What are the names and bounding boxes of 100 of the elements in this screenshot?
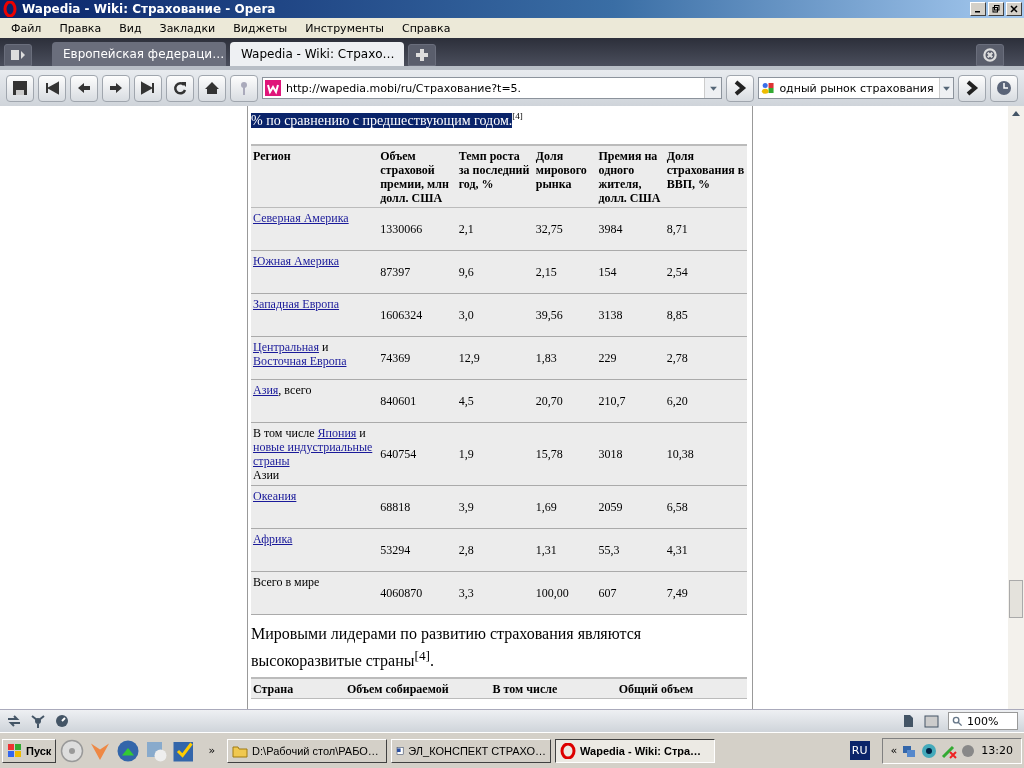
close-button[interactable] bbox=[1006, 2, 1022, 16]
menu-item[interactable]: Виджеты bbox=[224, 21, 297, 35]
table-cell: 1,31 bbox=[533, 528, 597, 572]
history-button[interactable] bbox=[990, 74, 1018, 102]
cell-text: Всего в мире bbox=[253, 574, 320, 589]
clock: 13:20 bbox=[981, 744, 1013, 757]
table-cell: 840601 bbox=[378, 379, 457, 423]
table-cell: 2,78 bbox=[664, 336, 747, 380]
chevron-text[interactable]: » bbox=[208, 744, 216, 757]
new-tab-button[interactable] bbox=[408, 44, 436, 66]
cell-text: В том числе bbox=[253, 425, 316, 440]
table-cell: 3,3 bbox=[456, 571, 534, 615]
rewind-button[interactable] bbox=[38, 74, 66, 102]
go-button[interactable] bbox=[726, 74, 754, 102]
taskbar-button[interactable]: Wapedia - Wiki: Стра… bbox=[555, 738, 716, 763]
table-cell: 4060870 bbox=[378, 571, 457, 615]
plus-icon bbox=[414, 47, 430, 63]
cell-text: Азии bbox=[253, 467, 280, 482]
menu-item[interactable]: Закладки bbox=[150, 21, 225, 35]
panel-toggle-button[interactable] bbox=[4, 44, 32, 66]
globe-icon bbox=[116, 738, 141, 763]
cell-text: и bbox=[320, 339, 329, 354]
scroll-thumb[interactable] bbox=[1009, 580, 1023, 618]
link[interactable]: Африка bbox=[253, 531, 293, 546]
closed-tabs-icon bbox=[981, 46, 999, 64]
restore-icon bbox=[992, 5, 1000, 13]
sync-icon bbox=[6, 713, 22, 729]
rewind-icon bbox=[44, 80, 60, 96]
save-button[interactable] bbox=[6, 74, 34, 102]
table-cell: 2,8 bbox=[456, 528, 534, 572]
table-cell: 2,1 bbox=[456, 207, 534, 251]
table-cell: 12,9 bbox=[456, 336, 534, 380]
menu-item[interactable]: Справка bbox=[393, 21, 460, 35]
windows-logo-icon bbox=[7, 742, 23, 759]
table-cell: 2,54 bbox=[664, 250, 747, 294]
menu-item[interactable]: Правка bbox=[50, 21, 111, 35]
table-cell: 640754 bbox=[378, 422, 457, 486]
language-indicator[interactable]: RU bbox=[849, 741, 870, 760]
link[interactable]: Южная Америка bbox=[253, 253, 340, 268]
table-cell: 3018 bbox=[596, 422, 665, 486]
forward-button[interactable] bbox=[102, 74, 130, 102]
menu-item[interactable]: Файл bbox=[2, 21, 51, 35]
back-button[interactable] bbox=[70, 74, 98, 102]
taskbar-button[interactable]: D:\Рабочий стол\РАБО… bbox=[227, 738, 388, 763]
table-cell: 210,7 bbox=[596, 379, 665, 423]
restore-button[interactable] bbox=[988, 2, 1004, 16]
table-cell: 87397 bbox=[378, 250, 457, 294]
table-cell: 3138 bbox=[596, 293, 665, 337]
link[interactable]: Восточная Европа bbox=[253, 353, 347, 368]
table-cell: 607 bbox=[596, 571, 665, 615]
table-cell: 6,58 bbox=[664, 485, 747, 529]
search-button[interactable] bbox=[958, 74, 986, 102]
start-button[interactable]: Пуск bbox=[2, 738, 57, 763]
table-cell: 100,00 bbox=[533, 571, 597, 615]
table-cell: 1,9 bbox=[456, 422, 534, 486]
fast-forward-button[interactable] bbox=[134, 74, 162, 102]
fast-forward-icon bbox=[140, 80, 156, 96]
zoom-field[interactable]: 100% bbox=[948, 712, 1018, 730]
table-cell: 1,83 bbox=[533, 336, 597, 380]
table-cell: 53294 bbox=[378, 528, 457, 572]
link[interactable]: Западная Европа bbox=[253, 296, 340, 311]
panel-icon bbox=[10, 47, 26, 63]
opera-logo-icon bbox=[560, 742, 577, 759]
browser-tab[interactable]: Wapedia - Wiki: Страхо… bbox=[230, 42, 404, 66]
taskbar-button[interactable]: ЭЛ_КОНСПЕКТ СТРАХО… bbox=[391, 738, 552, 763]
gauge-icon bbox=[54, 713, 70, 729]
link[interactable]: новые индустриальные страны bbox=[253, 439, 377, 468]
browser-tab[interactable]: Европейская федераци… bbox=[52, 42, 226, 66]
cell-text: и bbox=[358, 425, 366, 440]
tray-chevron[interactable]: « bbox=[890, 744, 898, 757]
column-header: Регион bbox=[251, 144, 379, 208]
table-cell: 1330066 bbox=[378, 207, 457, 251]
minimize-button[interactable] bbox=[970, 2, 986, 16]
magnifier-icon bbox=[952, 715, 963, 727]
menu-item[interactable]: Инструменты bbox=[296, 21, 393, 35]
table-cell: 74369 bbox=[378, 336, 457, 380]
table-cell: 2,15 bbox=[533, 250, 597, 294]
table-cell: 154 bbox=[596, 250, 665, 294]
menu-item[interactable]: Вид bbox=[110, 21, 151, 35]
column-header: Доля мирового рынка bbox=[533, 144, 597, 208]
reload-button[interactable] bbox=[166, 74, 194, 102]
table-cell: 32,75 bbox=[533, 207, 597, 251]
column-header: Общий объем bbox=[616, 678, 747, 699]
scrollbar[interactable] bbox=[1008, 106, 1024, 709]
address-field[interactable]: http://wapedia.mobi/ru/Страхование?t=5. bbox=[262, 77, 722, 99]
table-cell: 1606324 bbox=[378, 293, 457, 337]
column-header: Страна bbox=[251, 678, 345, 699]
table-cell: 8,71 bbox=[664, 207, 747, 251]
home-icon bbox=[204, 80, 220, 96]
link[interactable]: Океания bbox=[253, 488, 297, 503]
table-cell: 39,56 bbox=[533, 293, 597, 337]
search-field[interactable]: одный рынок страхования bbox=[758, 77, 954, 99]
link[interactable]: Северная Америка bbox=[253, 210, 349, 225]
home-button[interactable] bbox=[198, 74, 226, 102]
link[interactable]: Япония bbox=[317, 425, 357, 440]
window-title: Wapedia - Wiki: Страхование - Opera bbox=[22, 2, 277, 16]
eye-icon bbox=[921, 742, 938, 759]
link[interactable]: Центральная bbox=[253, 339, 319, 354]
reload-icon bbox=[172, 80, 188, 96]
column-header: Доля страхования в ВВП, % bbox=[664, 144, 747, 208]
